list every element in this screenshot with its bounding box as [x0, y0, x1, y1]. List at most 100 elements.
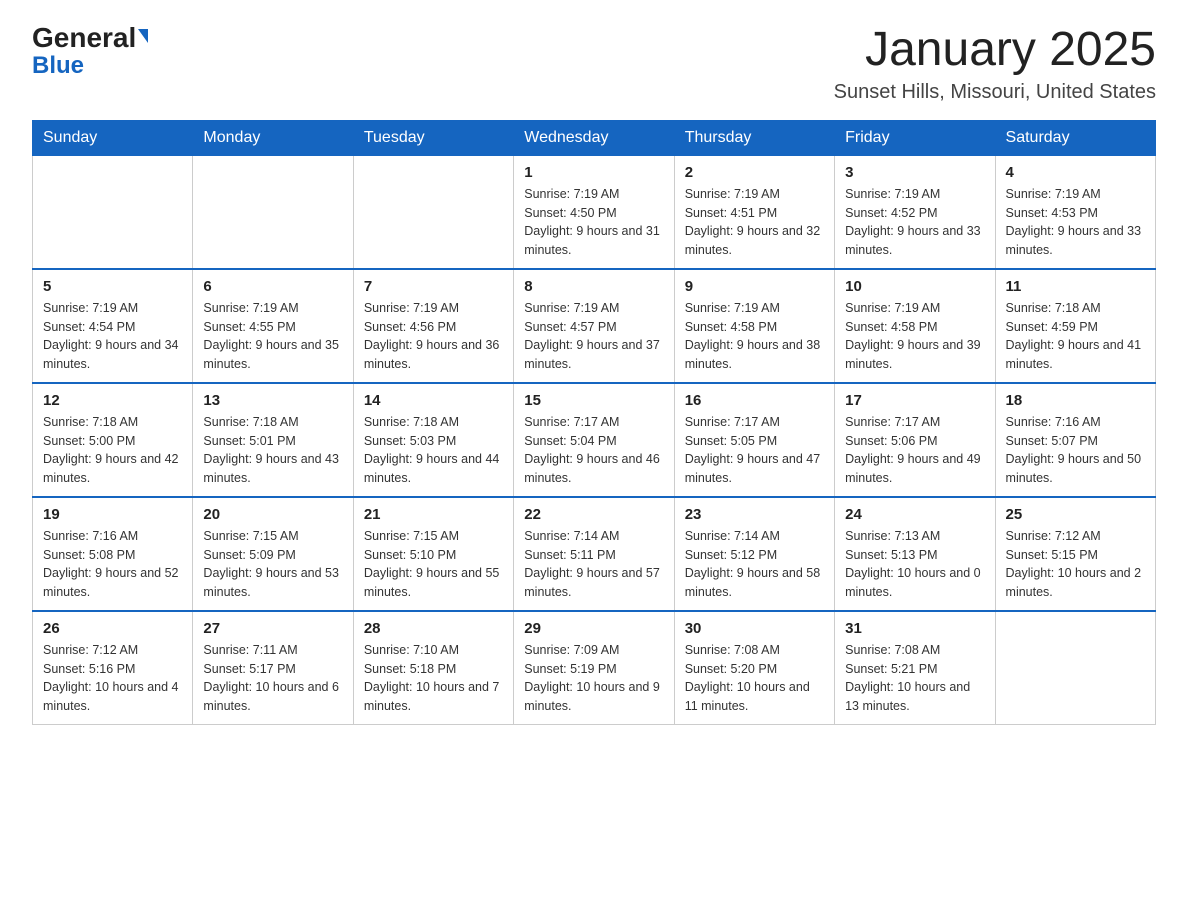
calendar-day-cell: 26 Sunrise: 7:12 AM Sunset: 5:16 PM Dayli…	[33, 611, 193, 725]
calendar-day-cell	[995, 611, 1155, 725]
day-of-week-header: Friday	[835, 120, 995, 155]
calendar-day-cell: 19Sunrise: 7:16 AM Sunset: 5:08 PM Dayli…	[33, 497, 193, 611]
day-number: 4	[1006, 164, 1145, 181]
page-header: General Blue January 2025 Sunset Hills, …	[32, 24, 1156, 104]
calendar-day-cell: 3 Sunrise: 7:19 AM Sunset: 4:52 PM Daylig…	[835, 155, 995, 269]
day-info: Sunrise: 7:15 AM Sunset: 5:10 PM Dayligh…	[364, 527, 503, 602]
calendar-day-cell: 20 Sunrise: 7:15 AM Sunset: 5:09 PM Dayli…	[193, 497, 353, 611]
day-info: Sunrise: 7:19 AM Sunset: 4:57 PM Dayligh…	[524, 299, 663, 374]
day-number: 29	[524, 620, 663, 637]
day-number: 2	[685, 164, 824, 181]
calendar-day-cell: 30 Sunrise: 7:08 AM Sunset: 5:20 PM Dayli…	[674, 611, 834, 725]
day-info: Sunrise: 7:13 AM Sunset: 5:13 PM Dayligh…	[845, 527, 984, 602]
calendar-day-cell: 13 Sunrise: 7:18 AM Sunset: 5:01 PM Dayli…	[193, 383, 353, 497]
calendar-day-cell: 15Sunrise: 7:17 AM Sunset: 5:04 PM Dayli…	[514, 383, 674, 497]
calendar-day-cell: 16Sunrise: 7:17 AM Sunset: 5:05 PM Dayli…	[674, 383, 834, 497]
day-of-week-header: Monday	[193, 120, 353, 155]
calendar-day-cell: 22Sunrise: 7:14 AM Sunset: 5:11 PM Dayli…	[514, 497, 674, 611]
day-info: Sunrise: 7:16 AM Sunset: 5:08 PM Dayligh…	[43, 527, 182, 602]
calendar-week-row: 5Sunrise: 7:19 AM Sunset: 4:54 PM Daylig…	[33, 269, 1156, 383]
day-number: 11	[1006, 278, 1145, 295]
calendar-day-cell: 24Sunrise: 7:13 AM Sunset: 5:13 PM Dayli…	[835, 497, 995, 611]
day-number: 30	[685, 620, 824, 637]
calendar-day-cell: 7Sunrise: 7:19 AM Sunset: 4:56 PM Daylig…	[353, 269, 513, 383]
day-number: 14	[364, 392, 503, 409]
day-info: Sunrise: 7:10 AM Sunset: 5:18 PM Dayligh…	[364, 641, 503, 716]
calendar-table: SundayMondayTuesdayWednesdayThursdayFrid…	[32, 120, 1156, 725]
calendar-day-cell: 6Sunrise: 7:19 AM Sunset: 4:55 PM Daylig…	[193, 269, 353, 383]
title-block: January 2025 Sunset Hills, Missouri, Uni…	[834, 24, 1156, 104]
calendar-day-cell: 28 Sunrise: 7:10 AM Sunset: 5:18 PM Dayli…	[353, 611, 513, 725]
day-number: 5	[43, 278, 182, 295]
calendar-week-row: 19Sunrise: 7:16 AM Sunset: 5:08 PM Dayli…	[33, 497, 1156, 611]
day-number: 10	[845, 278, 984, 295]
day-info: Sunrise: 7:18 AM Sunset: 5:03 PM Dayligh…	[364, 413, 503, 488]
day-info: Sunrise: 7:19 AM Sunset: 4:55 PM Dayligh…	[203, 299, 342, 374]
day-of-week-header: Sunday	[33, 120, 193, 155]
calendar-day-cell	[193, 155, 353, 269]
day-info: Sunrise: 7:17 AM Sunset: 5:06 PM Dayligh…	[845, 413, 984, 488]
calendar-header-row: SundayMondayTuesdayWednesdayThursdayFrid…	[33, 120, 1156, 155]
day-info: Sunrise: 7:19 AM Sunset: 4:56 PM Dayligh…	[364, 299, 503, 374]
day-info: Sunrise: 7:18 AM Sunset: 5:00 PM Dayligh…	[43, 413, 182, 488]
calendar-day-cell: 21 Sunrise: 7:15 AM Sunset: 5:10 PM Dayli…	[353, 497, 513, 611]
calendar-day-cell: 9Sunrise: 7:19 AM Sunset: 4:58 PM Daylig…	[674, 269, 834, 383]
day-info: Sunrise: 7:19 AM Sunset: 4:51 PM Dayligh…	[685, 185, 824, 260]
calendar-day-cell: 1Sunrise: 7:19 AM Sunset: 4:50 PM Daylig…	[514, 155, 674, 269]
calendar-day-cell: 5Sunrise: 7:19 AM Sunset: 4:54 PM Daylig…	[33, 269, 193, 383]
calendar-week-row: 26 Sunrise: 7:12 AM Sunset: 5:16 PM Dayli…	[33, 611, 1156, 725]
day-of-week-header: Tuesday	[353, 120, 513, 155]
day-info: Sunrise: 7:09 AM Sunset: 5:19 PM Dayligh…	[524, 641, 663, 716]
day-info: Sunrise: 7:19 AM Sunset: 4:58 PM Dayligh…	[685, 299, 824, 374]
day-info: Sunrise: 7:19 AM Sunset: 4:53 PM Dayligh…	[1006, 185, 1145, 260]
day-info: Sunrise: 7:18 AM Sunset: 4:59 PM Dayligh…	[1006, 299, 1145, 374]
calendar-day-cell: 12 Sunrise: 7:18 AM Sunset: 5:00 PM Dayli…	[33, 383, 193, 497]
day-info: Sunrise: 7:18 AM Sunset: 5:01 PM Dayligh…	[203, 413, 342, 488]
day-number: 23	[685, 506, 824, 523]
calendar-day-cell: 10 Sunrise: 7:19 AM Sunset: 4:58 PM Dayli…	[835, 269, 995, 383]
day-number: 26	[43, 620, 182, 637]
logo: General Blue	[32, 24, 148, 78]
day-number: 8	[524, 278, 663, 295]
month-year-title: January 2025	[834, 24, 1156, 77]
day-info: Sunrise: 7:15 AM Sunset: 5:09 PM Dayligh…	[203, 527, 342, 602]
day-info: Sunrise: 7:08 AM Sunset: 5:21 PM Dayligh…	[845, 641, 984, 716]
day-info: Sunrise: 7:16 AM Sunset: 5:07 PM Dayligh…	[1006, 413, 1145, 488]
calendar-day-cell: 25 Sunrise: 7:12 AM Sunset: 5:15 PM Dayli…	[995, 497, 1155, 611]
day-info: Sunrise: 7:12 AM Sunset: 5:16 PM Dayligh…	[43, 641, 182, 716]
day-info: Sunrise: 7:14 AM Sunset: 5:12 PM Dayligh…	[685, 527, 824, 602]
logo-general: General	[32, 24, 136, 52]
logo-triangle-icon	[138, 29, 148, 43]
day-number: 13	[203, 392, 342, 409]
day-number: 22	[524, 506, 663, 523]
location-subtitle: Sunset Hills, Missouri, United States	[834, 81, 1156, 104]
day-of-week-header: Saturday	[995, 120, 1155, 155]
day-info: Sunrise: 7:19 AM Sunset: 4:58 PM Dayligh…	[845, 299, 984, 374]
day-number: 31	[845, 620, 984, 637]
day-number: 3	[845, 164, 984, 181]
day-info: Sunrise: 7:17 AM Sunset: 5:04 PM Dayligh…	[524, 413, 663, 488]
day-info: Sunrise: 7:08 AM Sunset: 5:20 PM Dayligh…	[685, 641, 824, 716]
logo-blue: Blue	[32, 52, 84, 79]
day-number: 27	[203, 620, 342, 637]
day-number: 21	[364, 506, 503, 523]
day-info: Sunrise: 7:19 AM Sunset: 4:50 PM Dayligh…	[524, 185, 663, 260]
day-number: 25	[1006, 506, 1145, 523]
calendar-day-cell: 14 Sunrise: 7:18 AM Sunset: 5:03 PM Dayli…	[353, 383, 513, 497]
calendar-day-cell: 27Sunrise: 7:11 AM Sunset: 5:17 PM Dayli…	[193, 611, 353, 725]
calendar-week-row: 1Sunrise: 7:19 AM Sunset: 4:50 PM Daylig…	[33, 155, 1156, 269]
calendar-day-cell: 18 Sunrise: 7:16 AM Sunset: 5:07 PM Dayli…	[995, 383, 1155, 497]
calendar-day-cell: 4 Sunrise: 7:19 AM Sunset: 4:53 PM Daylig…	[995, 155, 1155, 269]
calendar-day-cell: 11 Sunrise: 7:18 AM Sunset: 4:59 PM Dayli…	[995, 269, 1155, 383]
day-info: Sunrise: 7:19 AM Sunset: 4:52 PM Dayligh…	[845, 185, 984, 260]
calendar-week-row: 12 Sunrise: 7:18 AM Sunset: 5:00 PM Dayli…	[33, 383, 1156, 497]
day-info: Sunrise: 7:17 AM Sunset: 5:05 PM Dayligh…	[685, 413, 824, 488]
day-info: Sunrise: 7:12 AM Sunset: 5:15 PM Dayligh…	[1006, 527, 1145, 602]
calendar-day-cell: 31 Sunrise: 7:08 AM Sunset: 5:21 PM Dayli…	[835, 611, 995, 725]
calendar-day-cell: 17Sunrise: 7:17 AM Sunset: 5:06 PM Dayli…	[835, 383, 995, 497]
day-of-week-header: Wednesday	[514, 120, 674, 155]
day-number: 12	[43, 392, 182, 409]
day-number: 20	[203, 506, 342, 523]
day-number: 18	[1006, 392, 1145, 409]
day-number: 28	[364, 620, 503, 637]
